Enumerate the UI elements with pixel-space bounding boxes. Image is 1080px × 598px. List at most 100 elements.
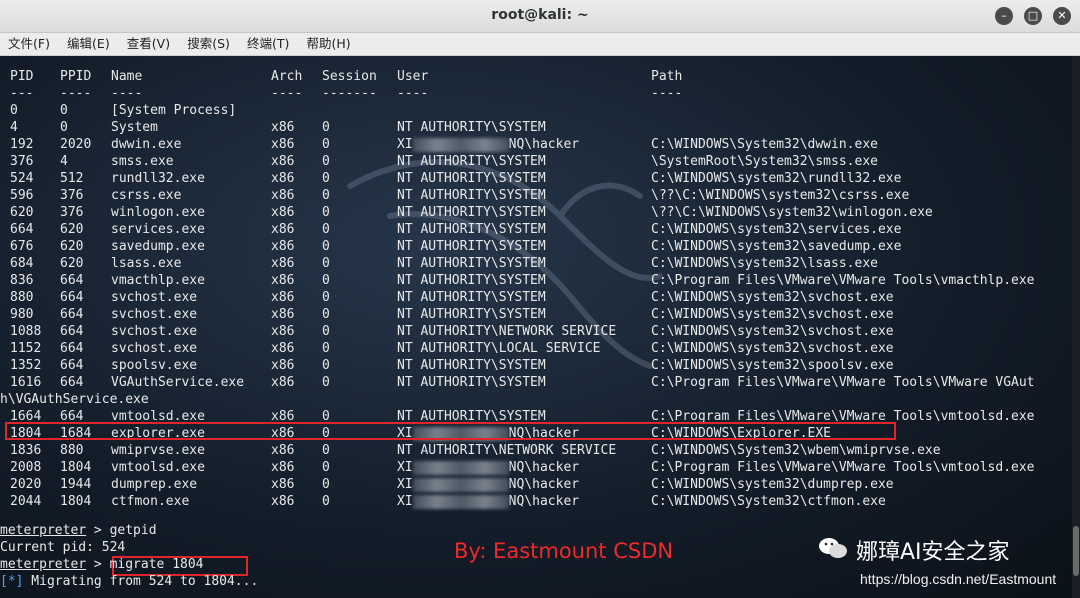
terminal-output[interactable]: PID PPID Name Arch Session User Path --- ---- ---… — [0, 56, 1080, 598]
cell-pid: 2044 — [10, 494, 42, 509]
cell-name: svchost.exe — [111, 290, 198, 305]
cell-arch: x86 — [271, 137, 295, 152]
cell-pid: 1836 — [10, 443, 42, 458]
cell-name: vmtoolsd.exe — [111, 460, 205, 475]
cell-pid: 2020 — [10, 477, 42, 492]
cell-session: 0 — [322, 273, 330, 288]
cell-ppid: 664 — [60, 273, 84, 288]
cell-arch: x86 — [271, 358, 295, 373]
cell-user: NT AUTHORITY\SYSTEM — [397, 188, 546, 203]
cell-user: NT AUTHORITY\SYSTEM — [397, 239, 546, 254]
cell-ppid: 664 — [60, 324, 84, 339]
cell-session: 0 — [322, 324, 330, 339]
status-tag: [*] — [0, 574, 24, 589]
getpid-command: > getpid — [86, 523, 157, 538]
menu-bar: 文件(F) 编辑(E) 查看(V) 搜索(S) 终端(T) 帮助(H) — [0, 33, 1080, 56]
user-suffix: NQ\hacker — [508, 477, 580, 492]
scroll-thumb[interactable] — [1073, 526, 1079, 576]
cell-user: XI NQ\hacker — [397, 476, 579, 493]
cell-ppid: 0 — [60, 120, 68, 135]
cell-path: C:\Program Files\VMware\VMware Tools\VMw… — [651, 375, 1035, 390]
title-bar[interactable]: root@kali: ~ – □ ✕ — [0, 0, 1080, 33]
cell-pid: 2008 — [10, 460, 42, 475]
window-title: root@kali: ~ — [491, 7, 589, 23]
underline-name: ---- — [111, 86, 143, 101]
cell-path: C:\WINDOWS\system32\lsass.exe — [651, 256, 878, 271]
underline-session: ------- — [322, 86, 377, 101]
cell-path: \SystemRoot\System32\smss.exe — [651, 154, 878, 169]
cell-path: C:\WINDOWS\system32\svchost.exe — [651, 290, 894, 305]
menu-help[interactable]: 帮助(H) — [302, 34, 354, 54]
meterpreter-prompt: meterpreter — [0, 523, 87, 538]
cell-session: 0 — [322, 341, 330, 356]
cell-name: services.exe — [111, 222, 205, 237]
cell-pid: 620 — [10, 205, 34, 220]
cell-ppid: 664 — [60, 358, 84, 373]
cell-name: rundll32.exe — [111, 171, 205, 186]
cell-arch: x86 — [271, 324, 295, 339]
user-suffix: NQ\hacker — [508, 460, 580, 475]
menu-search[interactable]: 搜索(S) — [183, 34, 234, 54]
cell-arch: x86 — [271, 188, 295, 203]
cell-ppid: 512 — [60, 171, 84, 186]
minimize-button[interactable]: – — [995, 7, 1013, 25]
console-line-migrate: meterpreter > migrate 1804 — [0, 556, 204, 573]
redacted-mask — [412, 460, 509, 475]
cell-arch: x86 — [271, 239, 295, 254]
cell-name: vmacthlp.exe — [111, 273, 205, 288]
cell-path: C:\WINDOWS\system32\rundll32.exe — [651, 171, 902, 186]
migrating-status-line: [*] Migrating from 524 to 1804... — [0, 573, 258, 590]
cell-session: 0 — [322, 460, 330, 475]
cell-user: XI NQ\hacker — [397, 459, 579, 476]
cell-ppid: 2020 — [60, 137, 92, 152]
cell-session: 0 — [322, 290, 330, 305]
cell-path: C:\Program Files\VMware\VMware Tools\vma… — [651, 273, 1035, 288]
cell-session: 0 — [322, 205, 330, 220]
cell-name: svchost.exe — [111, 341, 198, 356]
maximize-button[interactable]: □ — [1024, 7, 1042, 25]
cell-pid: 1088 — [10, 324, 42, 339]
cell-session: 0 — [322, 375, 330, 390]
menu-terminal[interactable]: 终端(T) — [243, 34, 293, 54]
cell-arch: x86 — [271, 120, 295, 135]
menu-edit[interactable]: 编辑(E) — [63, 34, 114, 54]
cell-user: NT AUTHORITY\NETWORK SERVICE — [397, 443, 617, 458]
cell-arch: x86 — [271, 290, 295, 305]
cell-path: C:\WINDOWS\System32\ctfmon.exe — [651, 494, 886, 509]
current-pid-line: Current pid: 524 — [0, 540, 126, 555]
cell-name: lsass.exe — [111, 256, 182, 271]
cell-path: C:\Program Files\VMware\VMware Tools\vmt… — [651, 460, 1035, 475]
close-button[interactable]: ✕ — [1053, 7, 1071, 25]
menu-view[interactable]: 查看(V) — [123, 34, 174, 54]
cell-ppid: 376 — [60, 205, 84, 220]
cell-session: 0 — [322, 222, 330, 237]
cell-path: \??\C:\WINDOWS\system32\csrss.exe — [651, 188, 910, 203]
cell-path: C:\WINDOWS\system32\svchost.exe — [651, 341, 894, 356]
cell-name: svchost.exe — [111, 324, 198, 339]
highlight-explorer-row — [5, 422, 896, 440]
cell-pid: 980 — [10, 307, 34, 322]
user-suffix: NQ\hacker — [508, 137, 580, 152]
redacted-mask — [412, 137, 509, 152]
cell-session: 0 — [322, 171, 330, 186]
cell-path: C:\WINDOWS\system32\savedump.exe — [651, 239, 902, 254]
cell-path: \??\C:\WINDOWS\system32\winlogon.exe — [651, 205, 933, 220]
menu-file[interactable]: 文件(F) — [4, 34, 54, 54]
cell-ppid: 620 — [60, 222, 84, 237]
cell-name: VGAuthService.exe — [111, 375, 245, 390]
cell-session: 0 — [322, 239, 330, 254]
cell-user: NT AUTHORITY\SYSTEM — [397, 375, 546, 390]
cell-name: smss.exe — [111, 154, 174, 169]
cell-ppid: 1944 — [60, 477, 92, 492]
cell-arch: x86 — [271, 460, 295, 475]
cell-session: 0 — [322, 188, 330, 203]
cell-user: NT AUTHORITY\SYSTEM — [397, 273, 546, 288]
redacted-mask — [412, 494, 509, 509]
header-path: Path — [651, 69, 683, 84]
cell-session: 0 — [322, 137, 330, 152]
wrapped-path: h\VGAuthService.exe — [0, 392, 149, 407]
cell-arch: x86 — [271, 341, 295, 356]
author-byline: By: Eastmount CSDN — [454, 539, 674, 563]
scrollbar[interactable] — [1072, 56, 1080, 598]
underline-path: ---- — [651, 86, 683, 101]
